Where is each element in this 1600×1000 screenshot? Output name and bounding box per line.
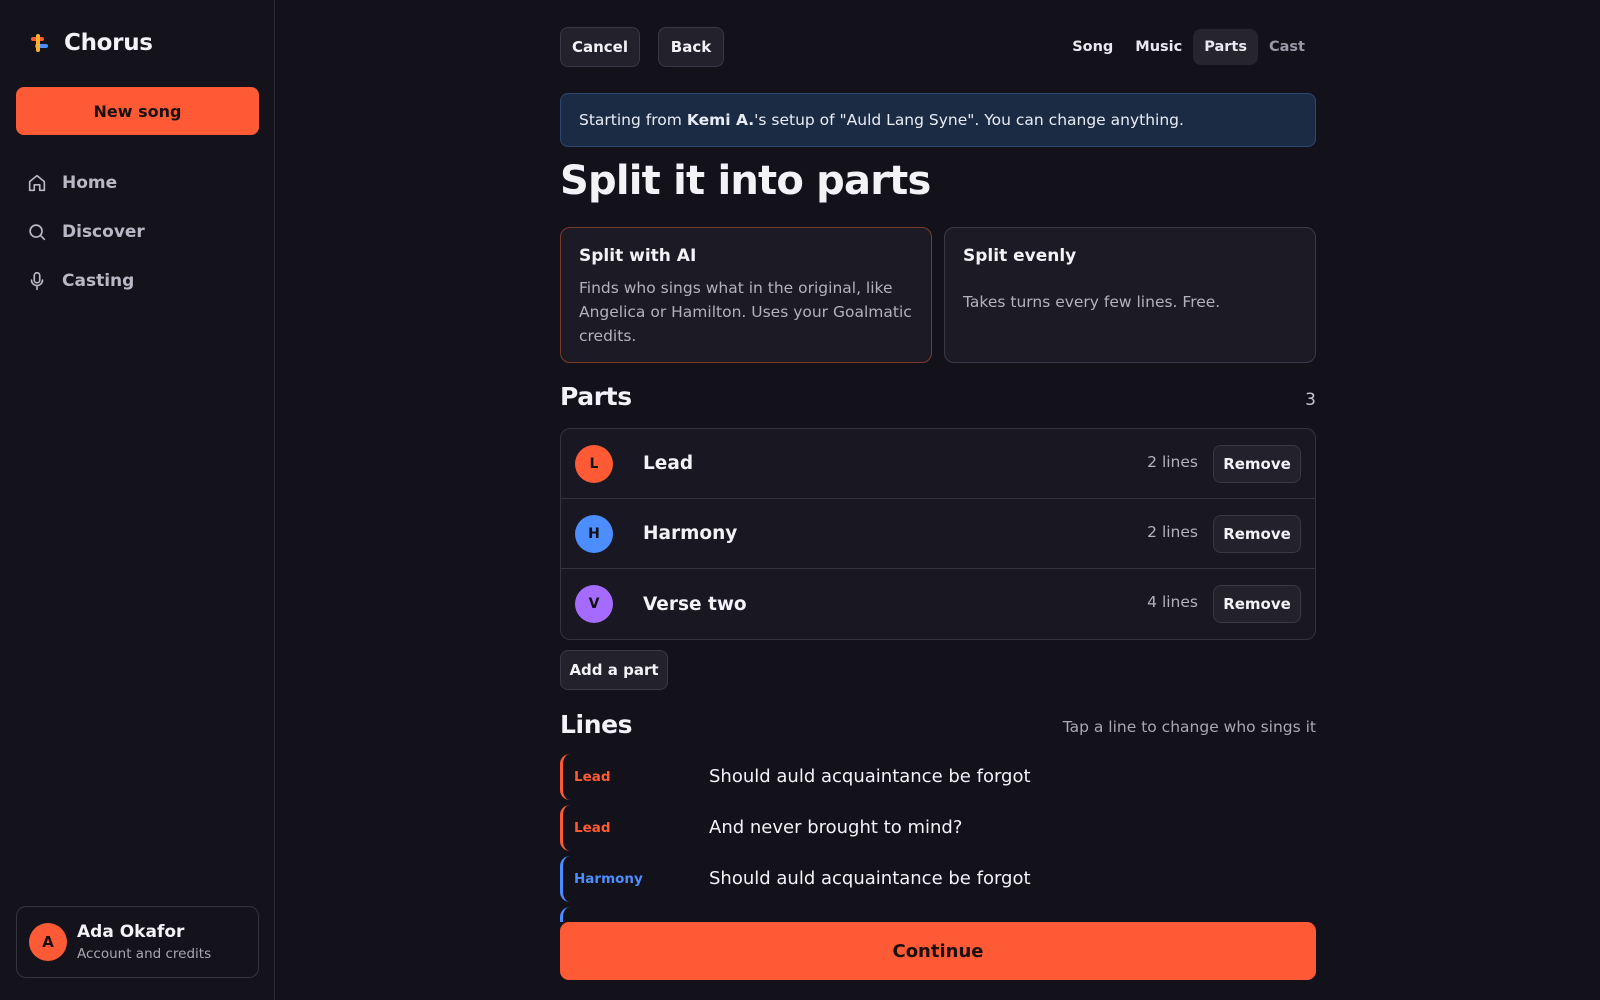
app-name: Chorus xyxy=(64,30,153,56)
tab-cast[interactable]: Cast xyxy=(1258,29,1316,65)
microphone-icon xyxy=(30,271,44,290)
remove-part-button[interactable]: Remove xyxy=(1213,585,1301,623)
avatar: A xyxy=(29,923,67,961)
sidebar-item-discover[interactable]: Discover xyxy=(26,207,256,256)
split-with-ai-option[interactable]: Split with AI Finds who sings what in th… xyxy=(560,227,932,363)
line-part-marker xyxy=(560,907,574,922)
part-avatar: H xyxy=(575,514,613,553)
option-description: Finds who sings what in the original, li… xyxy=(579,279,912,345)
line-row[interactable] xyxy=(560,905,1316,922)
chorus-logo-icon xyxy=(28,32,50,54)
main-content: Cancel Back Song Music Parts Cast Starti… xyxy=(560,0,1316,1000)
lines-hint: Tap a line to change who sings it xyxy=(1062,718,1316,736)
part-name: Lead xyxy=(643,453,694,474)
line-part-label: Lead xyxy=(574,820,611,836)
banner-suffix: 's setup of "Auld Lang Syne". You can ch… xyxy=(754,111,1184,129)
remove-part-button[interactable]: Remove xyxy=(1213,515,1301,553)
back-button[interactable]: Back xyxy=(658,27,724,67)
info-banner: Starting from Kemi A. 's setup of "Auld … xyxy=(560,93,1316,147)
search-icon xyxy=(29,223,46,240)
option-title: Split evenly xyxy=(963,246,1077,266)
line-row[interactable]: Lead And never brought to mind? xyxy=(560,803,1316,854)
part-line-count: 2 lines xyxy=(1147,523,1198,541)
line-text: Should auld acquaintance be forgot xyxy=(709,868,1031,889)
line-part-marker xyxy=(560,856,574,902)
line-text: And never brought to mind? xyxy=(709,817,963,838)
option-description: Takes turns every few lines. Free. xyxy=(963,293,1221,311)
line-part-label: Harmony xyxy=(574,871,643,887)
part-name: Verse two xyxy=(643,593,747,615)
tab-song[interactable]: Song xyxy=(1061,29,1124,65)
home-icon xyxy=(28,174,46,191)
line-text: Should auld acquaintance be forgot xyxy=(709,766,1031,787)
sidebar-item-label: Casting xyxy=(62,270,135,291)
option-title: Split with AI xyxy=(579,246,697,266)
add-part-button[interactable]: Add a part xyxy=(560,650,668,690)
tab-music[interactable]: Music xyxy=(1124,29,1193,65)
account-subtitle: Account and credits xyxy=(77,946,212,962)
account-card[interactable]: A Ada Okafor Account and credits xyxy=(16,906,259,978)
part-avatar: L xyxy=(575,444,613,483)
parts-count: 3 xyxy=(1305,390,1316,410)
cancel-button[interactable]: Cancel xyxy=(560,27,640,67)
sidebar-item-label: Home xyxy=(62,172,118,193)
page-title: Split it into parts xyxy=(560,158,931,204)
sidebar-item-casting[interactable]: Casting xyxy=(26,256,256,305)
parts-heading: Parts xyxy=(560,382,632,411)
step-tabs: Song Music Parts Cast xyxy=(1061,29,1316,65)
continue-button[interactable]: Continue xyxy=(560,922,1316,980)
line-part-marker xyxy=(560,805,574,851)
part-line-count: 2 lines xyxy=(1147,453,1198,471)
sidebar-item-label: Discover xyxy=(62,221,145,242)
part-row[interactable]: L Lead 2 lines Remove xyxy=(561,429,1315,499)
split-evenly-option[interactable]: Split evenly Takes turns every few lines… xyxy=(944,227,1316,363)
part-row[interactable]: V Verse two 4 lines Remove xyxy=(561,569,1315,639)
lines-list: Lead Should auld acquaintance be forgot … xyxy=(560,752,1316,922)
part-name: Harmony xyxy=(643,523,738,544)
new-song-button[interactable]: New song xyxy=(16,87,259,135)
sidebar-item-home[interactable]: Home xyxy=(26,158,256,207)
part-row[interactable]: H Harmony 2 lines Remove xyxy=(561,499,1315,569)
banner-prefix: Starting from xyxy=(579,111,682,129)
brand[interactable]: Chorus xyxy=(28,30,153,56)
sidebar-nav: Home Discover Casting xyxy=(26,158,256,305)
part-line-count: 4 lines xyxy=(1147,593,1198,611)
account-name: Ada Okafor xyxy=(77,922,185,942)
top-bar: Cancel Back Song Music Parts Cast xyxy=(560,27,1316,67)
banner-author: Kemi A. xyxy=(686,111,755,129)
remove-part-button[interactable]: Remove xyxy=(1213,445,1301,483)
line-row[interactable]: Lead Should auld acquaintance be forgot xyxy=(560,752,1316,803)
line-part-label: Lead xyxy=(574,769,611,785)
tab-parts[interactable]: Parts xyxy=(1193,29,1258,65)
line-row[interactable]: Harmony Should auld acquaintance be forg… xyxy=(560,854,1316,905)
part-avatar: V xyxy=(575,585,613,623)
line-part-marker xyxy=(560,754,574,800)
sidebar: Chorus New song Home Discover Casting A … xyxy=(0,0,275,1000)
lines-heading: Lines xyxy=(560,710,633,739)
parts-list: L Lead 2 lines Remove H Harmony 2 lines … xyxy=(560,428,1316,640)
